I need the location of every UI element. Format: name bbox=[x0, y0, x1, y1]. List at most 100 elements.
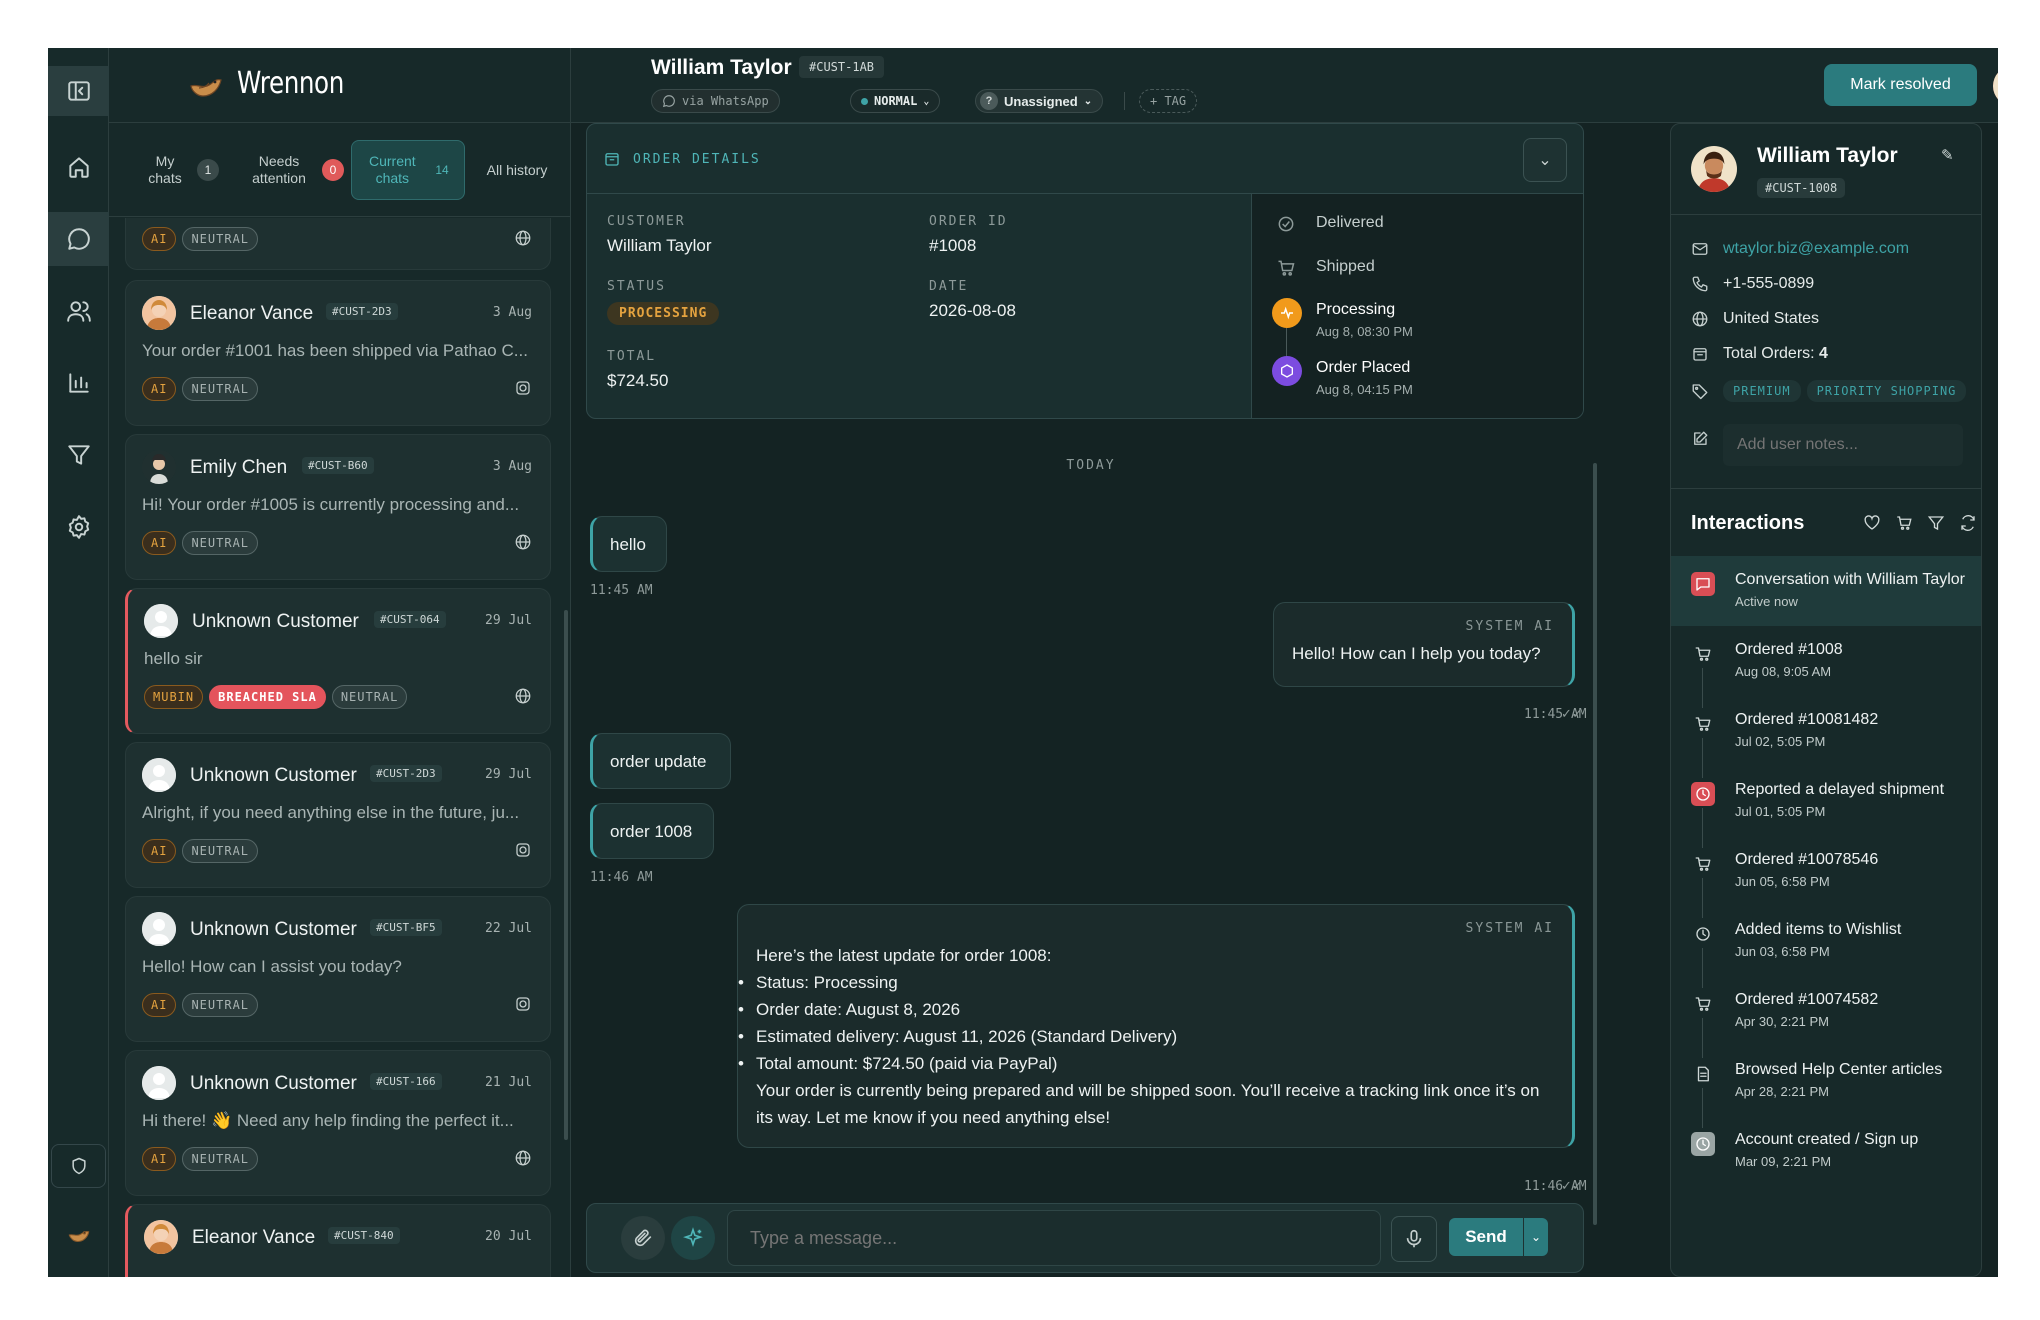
interactions-title: Interactions bbox=[1691, 512, 1805, 534]
header-customer-name: William Taylor bbox=[651, 56, 792, 79]
interaction-item[interactable]: Browsed Help Center articles Apr 28, 2:2… bbox=[1671, 1046, 1981, 1128]
sparkle-icon bbox=[683, 1227, 703, 1248]
nav-settings[interactable] bbox=[48, 500, 109, 554]
customer-id: #CUST-2D3 bbox=[370, 765, 442, 782]
tab-my-chats[interactable]: My chats 1 bbox=[125, 140, 235, 200]
add-tag-button[interactable]: + TAG bbox=[1139, 89, 1198, 113]
assignee-dropdown[interactable]: ? Unassigned ⌄ bbox=[975, 89, 1104, 113]
message-preview: Hi! Your order #1005 is currently proces… bbox=[142, 495, 520, 514]
conversation-card[interactable]: AI NEUTRAL bbox=[125, 218, 551, 270]
customer-id: #CUST-166 bbox=[370, 1073, 442, 1090]
paperclip-icon bbox=[634, 1229, 652, 1247]
sender-label: SYSTEM AI bbox=[1465, 921, 1554, 936]
tag-agent: MUBIN bbox=[144, 685, 204, 709]
interaction-item[interactable]: Ordered #10081482 Jul 02, 5:05 PM bbox=[1671, 696, 1981, 778]
conversation-card[interactable]: Eleanor Vance #CUST-2D3 3 Aug Your order… bbox=[125, 280, 551, 426]
security-button[interactable] bbox=[51, 1144, 106, 1188]
interaction-item[interactable]: Conversation with William Taylor Active … bbox=[1671, 556, 1981, 626]
conversation-card[interactable]: Unknown Customer #CUST-2D3 29 Jul Alrigh… bbox=[125, 742, 551, 888]
field-label: TOTAL bbox=[607, 349, 657, 364]
send-options-button[interactable]: ⌄ bbox=[1524, 1218, 1548, 1256]
profile-tag: PREMIUM bbox=[1723, 380, 1801, 402]
interaction-item[interactable]: Ordered #10078546 Jun 05, 6:58 PM bbox=[1671, 836, 1981, 918]
chat-icon bbox=[1691, 572, 1715, 596]
message-preview: Hi there! 👋 Need any help finding the pe… bbox=[142, 1111, 514, 1130]
sender-label: SYSTEM AI bbox=[1465, 619, 1554, 634]
timeline-step: Order Placed bbox=[1316, 359, 1411, 376]
collapse-order-button[interactable]: ⌄ bbox=[1523, 138, 1567, 182]
message-preview: Your order #1001 has been shipped via Pa… bbox=[142, 341, 528, 360]
bird-logo-icon bbox=[68, 1230, 89, 1243]
nav-customers[interactable] bbox=[48, 284, 109, 338]
tag-sentiment: NEUTRAL bbox=[182, 839, 259, 863]
conversation-card[interactable]: Unknown Customer #CUST-166 21 Jul Hi the… bbox=[125, 1050, 551, 1196]
alert-clock-icon bbox=[1691, 782, 1715, 806]
conversation-date: 3 Aug bbox=[492, 305, 532, 320]
conversation-date: 3 Aug bbox=[492, 459, 532, 474]
interaction-item[interactable]: Ordered #1008 Aug 08, 9:05 AM bbox=[1671, 626, 1981, 708]
send-button[interactable]: Send bbox=[1449, 1218, 1523, 1256]
list-scrollbar[interactable] bbox=[564, 610, 568, 1140]
customer-id: #CUST-B60 bbox=[302, 457, 374, 474]
conversation-card[interactable]: Emily Chen #CUST-B60 3 Aug Hi! Your orde… bbox=[125, 434, 551, 580]
edit-profile-button[interactable]: ✎ bbox=[1941, 146, 1954, 164]
sidebar-toggle-icon bbox=[67, 81, 90, 101]
order-card-header: ORDER DETAILS ⌄ bbox=[587, 124, 1583, 194]
priority-label: NORMAL bbox=[874, 94, 918, 108]
kebab-icon: ⋮ bbox=[1976, 146, 1981, 163]
more-options-button[interactable]: ⋮ bbox=[1976, 144, 1981, 164]
interaction-item[interactable]: Ordered #10074582 Apr 30, 2:21 PM bbox=[1671, 976, 1981, 1058]
user-notes-input[interactable] bbox=[1723, 424, 1963, 466]
nav-analytics[interactable] bbox=[48, 356, 109, 410]
order-card-title: ORDER DETAILS bbox=[633, 152, 761, 167]
refresh-icon[interactable] bbox=[1959, 514, 1977, 532]
incoming-message: order 1008 bbox=[590, 803, 714, 859]
day-divider: TODAY bbox=[1066, 458, 1116, 473]
list-item-text: Status: Processing bbox=[756, 973, 898, 992]
read-receipt-icon: ✓✓ bbox=[1561, 1178, 1583, 1193]
customer-name: Unknown Customer bbox=[192, 611, 359, 632]
tab-label: Current chats bbox=[368, 153, 416, 186]
cart-icon[interactable] bbox=[1895, 514, 1913, 532]
interaction-item[interactable]: Account created / Sign up Mar 09, 2:21 P… bbox=[1671, 1116, 1981, 1186]
conversation-card[interactable]: Eleanor Vance #CUST-840 20 Jul bbox=[125, 1204, 551, 1277]
ai-assist-button[interactable] bbox=[671, 1216, 715, 1260]
agent-avatar[interactable] bbox=[1993, 66, 1998, 106]
profile-total-orders: Total Orders: 4 bbox=[1691, 345, 1828, 363]
field-label: ORDER ID bbox=[929, 214, 1008, 229]
profile-email[interactable]: wtaylor.biz@example.com bbox=[1691, 240, 1909, 258]
message-input[interactable] bbox=[727, 1210, 1381, 1266]
timeline-time: Aug 8, 08:30 PM bbox=[1316, 324, 1413, 339]
filter-icon[interactable] bbox=[1927, 514, 1945, 532]
check-circle-icon bbox=[1278, 216, 1294, 232]
heart-icon[interactable] bbox=[1863, 514, 1881, 532]
chat-scrollbar[interactable] bbox=[1593, 463, 1597, 1225]
chevron-down-icon: ⌄ bbox=[1083, 95, 1093, 107]
interaction-time: Jun 05, 6:58 PM bbox=[1735, 874, 1830, 889]
tab-current-chats[interactable]: Current chats 14 bbox=[351, 140, 465, 200]
nav-filters[interactable] bbox=[48, 428, 109, 482]
conversation-card[interactable]: Unknown Customer #CUST-BF5 22 Jul Hello!… bbox=[125, 896, 551, 1042]
timeline-step: Delivered bbox=[1316, 214, 1384, 231]
attach-button[interactable] bbox=[621, 1216, 665, 1260]
divider bbox=[1671, 488, 1981, 489]
workspace-logo[interactable] bbox=[48, 1208, 109, 1262]
tab-all-history[interactable]: All history bbox=[467, 140, 567, 200]
nav-chats[interactable] bbox=[48, 212, 109, 266]
collapse-sidebar-button[interactable] bbox=[48, 66, 109, 116]
app-window: Wrennon My chats 1 Needs attention 0 Cur… bbox=[48, 48, 1998, 1277]
list-item-text: Total amount: $724.50 (paid via PayPal) bbox=[756, 1054, 1058, 1073]
nav-home[interactable] bbox=[48, 140, 109, 194]
priority-dropdown[interactable]: NORMAL ⌄ bbox=[850, 89, 941, 113]
interaction-item[interactable]: Reported a delayed shipment Jul 01, 5:05… bbox=[1671, 766, 1981, 848]
order-customer: CUSTOMER William Taylor bbox=[607, 214, 712, 256]
interaction-time: Active now bbox=[1735, 594, 1798, 609]
brand-header: Wrennon bbox=[109, 48, 571, 123]
interaction-item[interactable]: Added items to Wishlist Jun 03, 6:58 PM bbox=[1671, 906, 1981, 988]
conversation-card[interactable]: Unknown Customer #CUST-064 29 Jul hello … bbox=[125, 588, 551, 734]
shield-icon bbox=[71, 1157, 86, 1175]
voice-button[interactable] bbox=[1391, 1216, 1437, 1262]
mark-resolved-button[interactable]: Mark resolved bbox=[1824, 64, 1977, 106]
interaction-filters: ⌄ bbox=[1863, 514, 1981, 532]
tab-needs-attention[interactable]: Needs attention 0 bbox=[239, 140, 349, 200]
